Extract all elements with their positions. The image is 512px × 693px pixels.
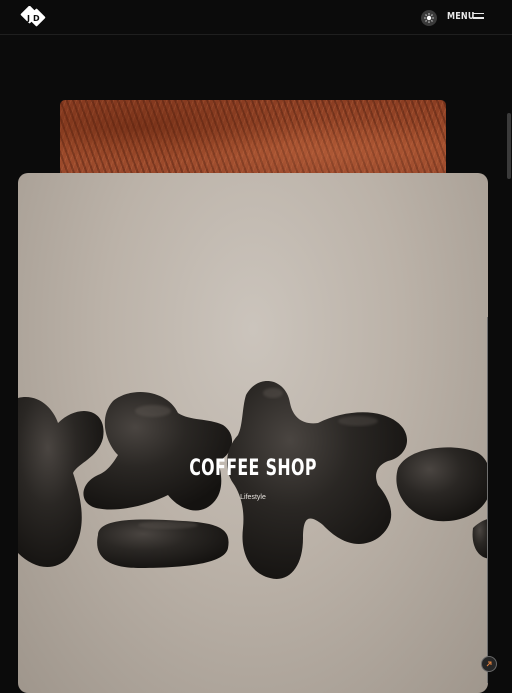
sun-icon[interactable] — [421, 10, 437, 26]
stone-sculpture-image — [18, 381, 488, 579]
scroll-top-icon[interactable] — [481, 656, 497, 672]
project-category: Lifestyle — [240, 494, 266, 501]
logo-icon[interactable]: J D — [17, 6, 47, 28]
svg-text:D: D — [33, 14, 40, 23]
menu-button[interactable]: MENU — [447, 11, 475, 22]
site-header: J D MENU — [0, 0, 512, 35]
divider-line — [487, 317, 488, 683]
scrollbar-thumb[interactable] — [507, 113, 511, 179]
project-title[interactable]: COFFEE SHOP — [84, 456, 422, 481]
hamburger-icon[interactable] — [473, 13, 484, 20]
project-card[interactable]: COFFEE SHOP Lifestyle — [18, 173, 488, 693]
svg-text:J: J — [26, 14, 30, 23]
